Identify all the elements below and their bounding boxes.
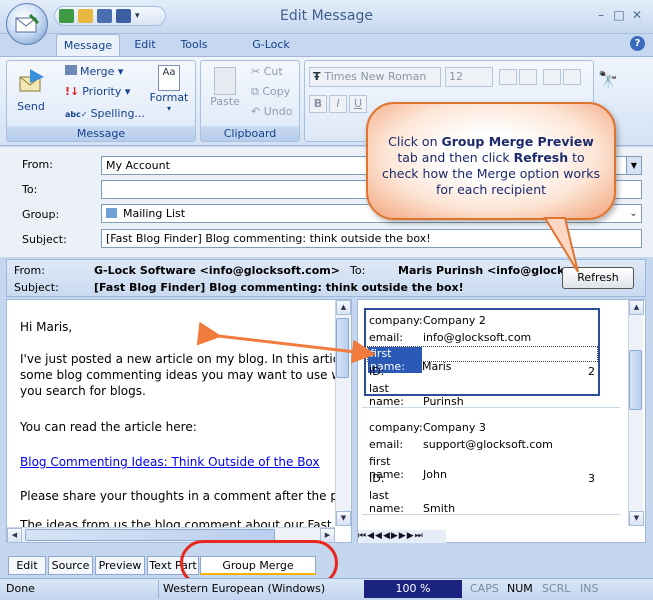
annotation-arrows [196, 217, 579, 364]
callout-tail [543, 217, 579, 273]
envelope-icon [15, 13, 40, 33]
office-button[interactable] [6, 3, 48, 45]
annotation-arrow [196, 321, 376, 364]
